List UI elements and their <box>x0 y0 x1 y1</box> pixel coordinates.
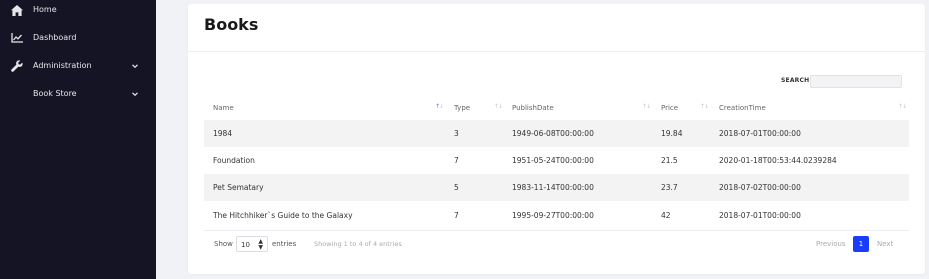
pagination-previous[interactable]: Previous <box>816 239 846 249</box>
cell-publishdate: 1983-11-14T00:00:00 <box>512 183 594 192</box>
table-header: Name ↑↓ Type ↑↓ PublishDate ↑↓ Price ↑↓ … <box>204 99 909 121</box>
sidebar-item-home[interactable]: Home <box>0 0 156 20</box>
cell-publishdate: 1995-09-27T00:00:00 <box>512 211 594 220</box>
cell-type: 7 <box>454 211 459 220</box>
sidebar-item-dashboard[interactable]: Dashboard <box>0 28 156 48</box>
divider <box>188 51 925 52</box>
column-header-creationtime[interactable]: CreationTime <box>719 103 766 113</box>
cell-name: The Hitchhiker`s Guide to the Galaxy <box>213 211 353 220</box>
cell-creationtime: 2018-07-01T00:00:00 <box>719 129 801 138</box>
sidebar-item-label: Dashboard <box>33 33 77 42</box>
cell-creationtime: 2020-01-18T00:53:44.0239284 <box>719 156 837 165</box>
sidebar-item-label: Administration <box>33 61 92 70</box>
select-arrows-icon: ▲ ▼ <box>258 238 263 251</box>
sidebar: Home Dashboard Administration Book Store <box>0 0 156 279</box>
home-icon <box>11 4 23 16</box>
pagination-page-1[interactable]: 1 <box>853 236 869 252</box>
search-label: SEARCH <box>781 77 810 84</box>
sort-icon: ↑↓ <box>898 103 907 110</box>
entries-label: entries <box>272 240 297 248</box>
show-label: Show <box>214 240 233 248</box>
divider <box>204 230 909 231</box>
cell-price: 42 <box>661 211 671 220</box>
cell-type: 7 <box>454 156 459 165</box>
page-title: Books <box>204 15 259 34</box>
table-row: 1984 3 1949-06-08T00:00:00 19.84 2018-07… <box>204 120 909 147</box>
cell-creationtime: 2018-07-02T00:00:00 <box>719 183 801 192</box>
sort-icon: ↑↓ <box>700 103 709 110</box>
column-header-publishdate[interactable]: PublishDate <box>512 103 554 113</box>
cell-name: 1984 <box>213 129 233 138</box>
cell-publishdate: 1949-06-08T00:00:00 <box>512 129 594 138</box>
search-input[interactable] <box>810 75 902 88</box>
cell-name: Foundation <box>213 156 255 165</box>
page-length-select[interactable]: 10 ▲ ▼ <box>236 236 268 252</box>
column-header-type[interactable]: Type <box>454 103 470 113</box>
cell-price: 21.5 <box>661 156 678 165</box>
cell-publishdate: 1951-05-24T00:00:00 <box>512 156 594 165</box>
table-row: Pet Sematary 5 1983-11-14T00:00:00 23.7 … <box>204 174 909 201</box>
sidebar-item-administration[interactable]: Administration <box>0 56 156 76</box>
sidebar-item-book-store[interactable]: Book Store <box>0 84 156 104</box>
table-info: Showing 1 to 4 of 4 entries <box>314 240 402 248</box>
cell-price: 19.84 <box>661 129 683 138</box>
chevron-down-icon <box>131 90 139 98</box>
wrench-icon <box>11 60 23 72</box>
cell-price: 23.7 <box>661 183 678 192</box>
table-row: The Hitchhiker`s Guide to the Galaxy 7 1… <box>204 202 909 229</box>
column-header-price[interactable]: Price <box>661 103 678 113</box>
books-card: Books SEARCH Name ↑↓ Type ↑↓ PublishDate… <box>188 4 925 274</box>
sidebar-item-label: Home <box>33 5 57 14</box>
sort-icon: ↑↓ <box>642 103 651 110</box>
cell-creationtime: 2018-07-01T00:00:00 <box>719 211 801 220</box>
chart-line-icon <box>11 32 23 44</box>
cell-type: 3 <box>454 129 459 138</box>
page-length-value: 10 <box>241 241 250 249</box>
column-header-name[interactable]: Name <box>213 103 234 113</box>
sidebar-item-label: Book Store <box>33 89 77 98</box>
cell-name: Pet Sematary <box>213 183 264 192</box>
sort-icon: ↑↓ <box>494 103 503 110</box>
table-row: Foundation 7 1951-05-24T00:00:00 21.5 20… <box>204 147 909 174</box>
cell-type: 5 <box>454 183 459 192</box>
sort-ascending-icon: ↑↓ <box>435 103 444 110</box>
pagination-next[interactable]: Next <box>877 239 893 249</box>
chevron-down-icon <box>131 62 139 70</box>
